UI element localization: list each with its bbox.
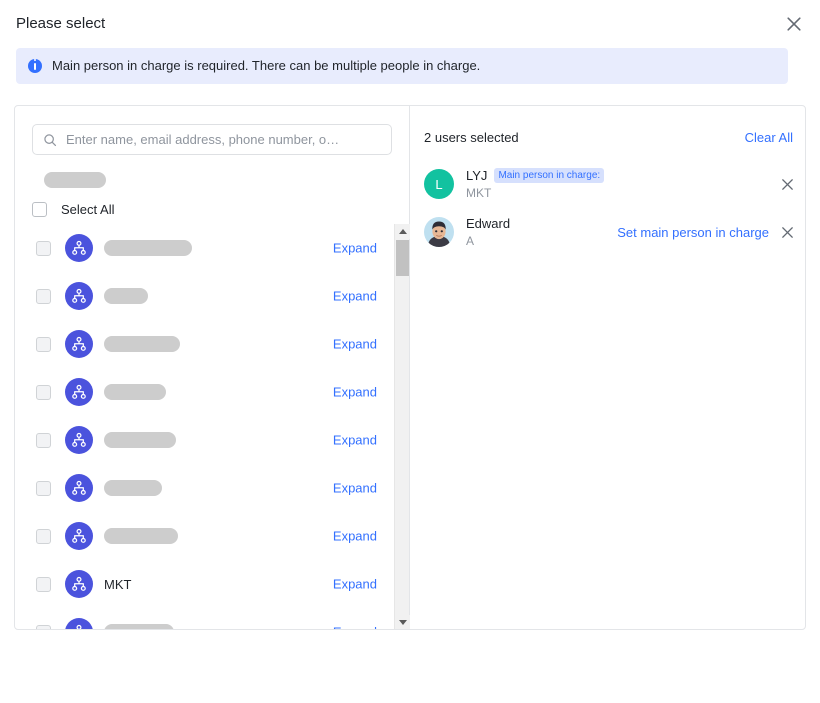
select-all-row[interactable]: Select All [32,202,114,217]
close-icon[interactable] [782,12,806,36]
expand-button[interactable]: Expand [333,433,377,448]
selected-users-pane: 2 users selected Clear All L LYJ Main pers… [410,106,806,630]
user-meta: LYJ Main person in charge: MKT [466,167,604,201]
search-box[interactable] [32,124,392,155]
expand-button[interactable]: Expand [333,529,377,544]
user-name: Edward [466,215,510,232]
select-all-label: Select All [61,202,114,217]
user-subtitle: MKT [466,185,604,201]
list-item: EdwardA Set main person in charge [424,208,795,256]
table-row[interactable]: Expand [32,464,377,512]
row-name-redacted [104,528,178,544]
row-checkbox[interactable] [36,385,51,400]
search-input[interactable] [66,132,381,147]
row-checkbox[interactable] [36,241,51,256]
table-row[interactable]: Expand [32,608,377,630]
row-checkbox[interactable] [36,529,51,544]
status-badge: Main person in charge: [494,168,604,183]
org-list-scrollbar[interactable] [394,224,409,630]
remove-user-icon[interactable] [779,224,795,240]
row-checkbox[interactable] [36,625,51,631]
selected-count-label: 2 users selected [424,130,519,145]
search-icon [43,133,57,147]
expand-button[interactable]: Expand [333,289,377,304]
org-chart-icon [65,618,93,630]
row-actions: Set main person in charge [617,224,795,240]
user-subtitle: A [466,233,510,249]
selection-card: Select All ExpandExpandExpandExpandExpan… [14,105,806,630]
row-actions [779,176,795,192]
expand-button[interactable]: Expand [333,337,377,352]
select-all-checkbox[interactable] [32,202,47,217]
expand-button[interactable]: Expand [333,385,377,400]
org-chart-icon [65,234,93,262]
org-list: Expand Expand Expand Expand Expand Expand Expa… [32,224,377,630]
table-row[interactable]: Expand [32,320,377,368]
org-chart-icon [65,282,93,310]
org-chart-icon [65,474,93,502]
org-chart-icon [65,330,93,358]
list-item: L LYJ Main person in charge: MKT [424,160,795,208]
user-name-line: Edward [466,215,510,232]
breadcrumb-redacted [44,172,106,188]
avatar [424,217,454,247]
expand-button[interactable]: Expand [333,577,377,592]
info-circle-icon [28,59,42,73]
selected-users-list: L LYJ Main person in charge: MKT EdwardA Set … [424,160,795,256]
expand-button[interactable]: Expand [333,481,377,496]
row-name-redacted [104,432,176,448]
row-name-redacted [104,288,148,304]
org-chart-icon [65,378,93,406]
row-checkbox[interactable] [36,337,51,352]
user-meta: EdwardA [466,215,510,249]
expand-button[interactable]: Expand [333,625,377,631]
available-users-pane: Select All ExpandExpandExpandExpandExpan… [15,106,409,630]
row-name-redacted [104,384,166,400]
remove-user-icon[interactable] [779,176,795,192]
avatar: L [424,169,454,199]
org-chart-icon [65,426,93,454]
info-banner-text: Main person in charge is required. There… [52,57,480,75]
dialog-footer: Cancel Confirm [0,633,820,703]
row-name-redacted [104,336,180,352]
row-name: MKT [104,577,131,592]
table-row[interactable]: Expand [32,512,377,560]
table-row[interactable]: Expand [32,368,377,416]
org-list-viewport: Expand Expand Expand Expand Expand Expand Expa… [32,224,392,630]
row-name-redacted [104,624,174,630]
scrollbar-thumb[interactable] [396,240,409,276]
row-name-redacted [104,240,192,256]
avatar-initial: L [435,177,442,192]
row-checkbox[interactable] [36,433,51,448]
user-name: LYJ [466,167,487,184]
selected-header: 2 users selected Clear All [424,130,793,145]
user-name-line: LYJ Main person in charge: [466,167,604,184]
org-chart-icon [65,522,93,550]
table-row[interactable]: Expand [32,416,377,464]
info-banner: Main person in charge is required. There… [16,48,788,84]
row-checkbox[interactable] [36,289,51,304]
org-chart-icon [65,570,93,598]
dialog-title: Please select [16,14,105,34]
scroll-up-arrow-icon[interactable] [395,224,410,239]
clear-all-button[interactable]: Clear All [745,130,793,145]
row-checkbox[interactable] [36,481,51,496]
expand-button[interactable]: Expand [333,241,377,256]
table-row[interactable]: Expand [32,224,377,272]
table-row[interactable]: Expand [32,272,377,320]
row-checkbox[interactable] [36,577,51,592]
dialog-header: Please select [0,0,820,46]
row-name-redacted [104,480,162,496]
set-main-person-button[interactable]: Set main person in charge [617,225,769,240]
table-row[interactable]: MKT Expand [32,560,377,608]
select-users-dialog: Please select Main person in charge is r… [0,0,820,703]
scroll-down-arrow-icon[interactable] [395,615,410,630]
